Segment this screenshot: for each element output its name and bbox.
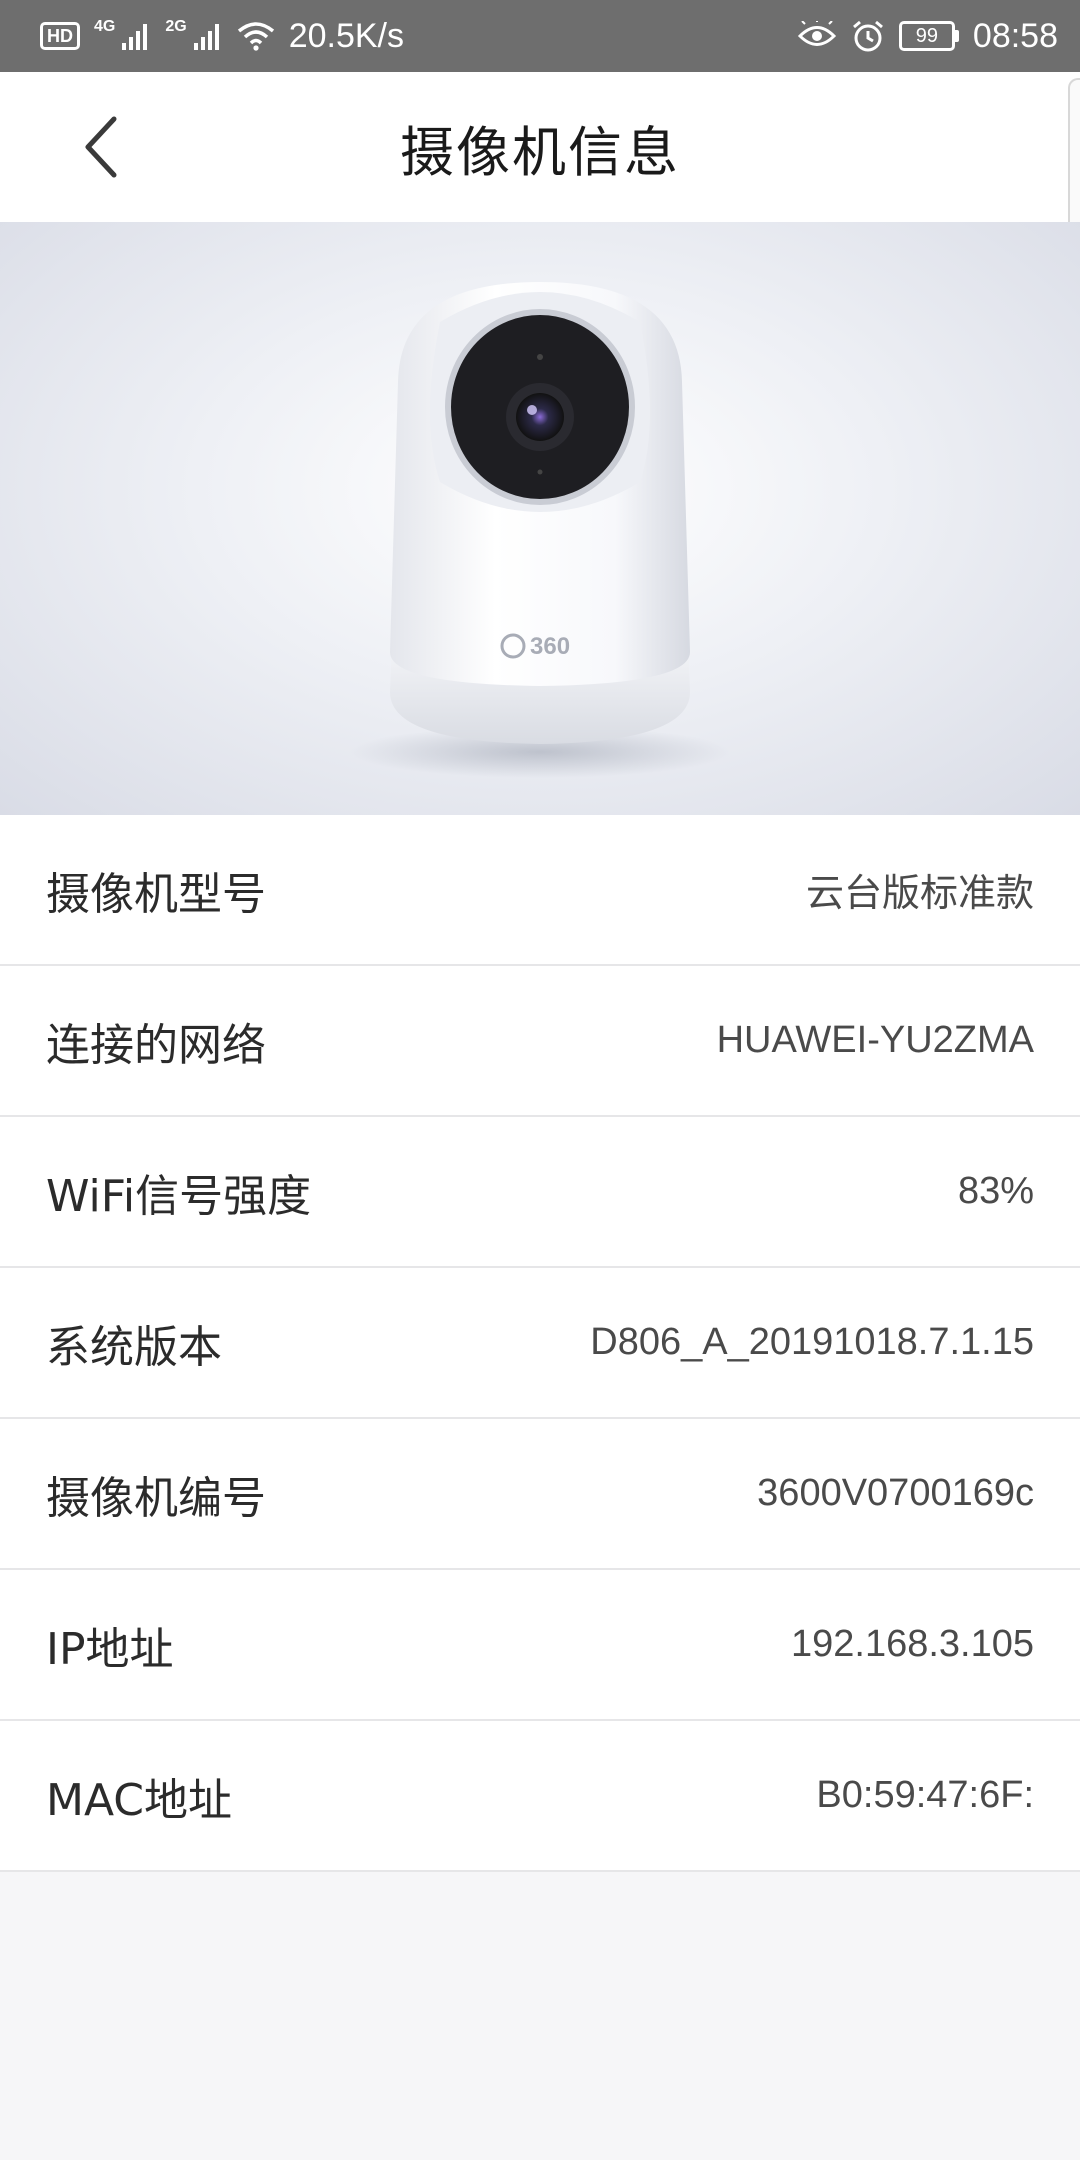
info-label: IP地址 [46, 1623, 174, 1675]
signal-strength-icon-2 [193, 24, 219, 50]
info-label: 摄像机编号 [46, 1472, 266, 1524]
camera-illustration: 360 [350, 282, 730, 778]
info-label: 连接的网络 [46, 1019, 266, 1071]
network-type-4g: 4G [94, 18, 116, 35]
title-bar: 摄像机信息 [0, 72, 1080, 222]
battery-indicator: 99 [898, 21, 959, 51]
back-button[interactable] [60, 107, 140, 187]
info-value: D806_A_20191018.7.1.15 [590, 1321, 1034, 1363]
brand-logo-text: 360 [530, 633, 570, 660]
battery-level: 99 [898, 21, 955, 51]
network-speed: 20.5K/s [288, 16, 404, 55]
eye-comfort-icon [797, 21, 837, 46]
chevron-left-icon [85, 116, 117, 178]
info-label: MAC地址 [46, 1774, 233, 1826]
info-value: 83% [957, 1170, 1034, 1212]
camera-info-list: 摄像机型号 云台版标准款 连接的网络 HUAWEI-YU2ZMA WiFi信号强… [0, 815, 1080, 1872]
info-value: 192.168.3.105 [790, 1623, 1034, 1665]
wifi-icon [237, 22, 274, 51]
info-value: 云台版标准款 [805, 873, 1034, 915]
info-row-camera-id: 摄像机编号 3600V0700169c [0, 1419, 1080, 1570]
page-title: 摄像机信息 [400, 120, 680, 184]
clock-time: 08:58 [972, 16, 1058, 55]
info-label: 摄像机型号 [46, 868, 266, 920]
info-row-mac-address: MAC地址 B0:59:47:6F: [0, 1721, 1080, 1872]
info-row-network: 连接的网络 HUAWEI-YU2ZMA [0, 966, 1080, 1117]
status-bar-right: 99 08:58 [797, 17, 1058, 56]
info-row-system-version: 系统版本 D806_A_20191018.7.1.15 [0, 1268, 1080, 1419]
info-value: HUAWEI-YU2ZMA [716, 1019, 1034, 1061]
signal-strength-icon [122, 24, 148, 50]
camera-product-image: 360 [0, 222, 1080, 815]
camera-info-screen: HD 4G 2G 20.5K/s 99 08:58 摄像机信息 360 摄像机型… [0, 0, 1080, 2160]
info-value: 3600V0700169c [757, 1472, 1034, 1514]
hd-voice-badge: HD [40, 22, 80, 50]
status-bar: HD 4G 2G 20.5K/s 99 08:58 [0, 0, 1080, 72]
info-row-model: 摄像机型号 云台版标准款 [0, 815, 1080, 966]
info-row-ip-address: IP地址 192.168.3.105 [0, 1570, 1080, 1721]
network-type-2g: 2G [165, 18, 187, 35]
info-row-wifi-strength: WiFi信号强度 83% [0, 1117, 1080, 1268]
info-label: WiFi信号强度 [46, 1170, 312, 1222]
battery-tip [954, 30, 959, 42]
status-bar-left: HD 4G 2G 20.5K/s [40, 17, 404, 56]
info-label: 系统版本 [46, 1321, 222, 1373]
alarm-clock-icon [852, 20, 883, 52]
info-value: B0:59:47:6F: [816, 1774, 1034, 1816]
